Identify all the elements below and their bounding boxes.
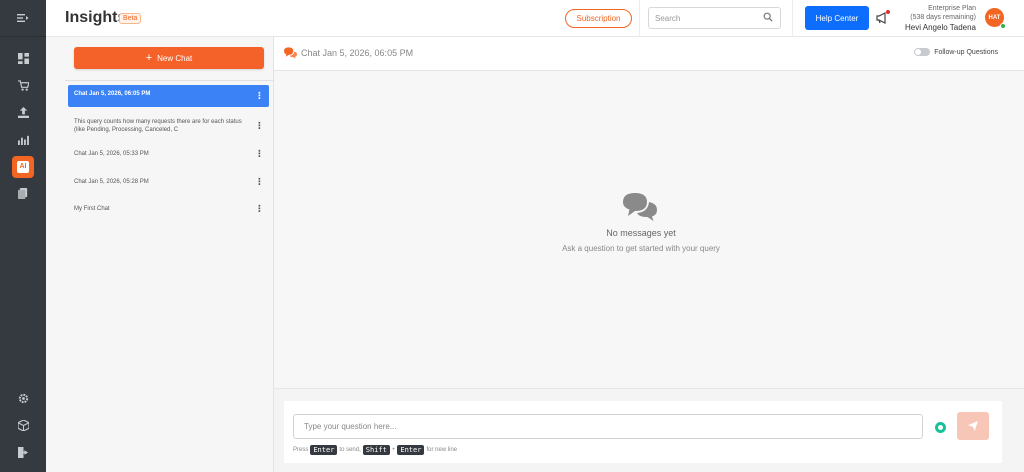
logout-icon (17, 447, 28, 458)
ai-active-indicator: AI (12, 155, 34, 178)
composer-area: Press Enter to send, Shift + Enter for n… (274, 388, 1024, 472)
online-status-dot (1000, 23, 1006, 29)
grammarly-icon[interactable] (935, 422, 946, 433)
header-divider (792, 0, 793, 37)
empty-state-subtitle: Ask a question to get started with your … (562, 244, 720, 253)
search-box (648, 7, 781, 29)
chat-item-label: My First Chat (74, 206, 110, 212)
shift-key: Shift (362, 445, 390, 455)
header-divider (639, 0, 640, 37)
sidebar-item-package[interactable] (0, 412, 46, 439)
sidebar-item-cart[interactable] (0, 72, 46, 99)
chat-list-item[interactable]: Chat Jan 5, 2026, 06:05 PM ⋮ (68, 85, 269, 107)
sidebar-item-analytics[interactable] (0, 126, 46, 153)
sidebar-item-logout[interactable] (0, 439, 46, 466)
sidebar-item-documents[interactable] (0, 180, 46, 207)
enter-key: Enter (310, 445, 338, 455)
plus-icon: + (145, 52, 153, 64)
composer-card: Press Enter to send, Shift + Enter for n… (284, 401, 1002, 463)
rail-toggle[interactable] (0, 0, 46, 37)
sidebar-item-settings[interactable] (0, 385, 46, 412)
hint-plus: + (391, 447, 396, 453)
more-vertical-icon[interactable]: ⋮ (255, 204, 264, 214)
plan-remaining: (538 days remaining) (910, 14, 976, 21)
announcement-button[interactable] (876, 10, 890, 25)
list-divider (65, 80, 274, 81)
menu-collapse-icon (17, 14, 29, 22)
more-vertical-icon[interactable]: ⋮ (255, 121, 264, 131)
chat-list-item[interactable]: Chat Jan 5, 2026, 05:33 PM ⋮ (68, 145, 269, 163)
new-chat-button[interactable]: + New Chat (74, 47, 264, 69)
chat-list-item[interactable]: This query counts how many requests ther… (68, 113, 269, 139)
enter-key: Enter (397, 445, 425, 455)
documents-icon (17, 188, 27, 199)
hint-new-line: for new line (426, 447, 458, 453)
ai-icon: AI (17, 160, 29, 173)
subscription-button[interactable]: Subscription (565, 9, 632, 28)
plan-info: Enterprise Plan (538 days remaining) (896, 4, 976, 22)
hint-to-send: to send, (339, 447, 361, 453)
conversation-panel: Chat Jan 5, 2026, 06:05 PM Follow-up Que… (274, 37, 1024, 472)
left-rail: AI (0, 0, 46, 472)
notification-dot (886, 10, 890, 14)
dashboard-icon (17, 53, 29, 64)
send-icon (968, 421, 978, 431)
cart-icon (17, 80, 29, 91)
chat-item-label: This query counts how many requests ther… (74, 119, 242, 133)
more-vertical-icon[interactable]: ⋮ (255, 177, 264, 187)
new-chat-label: New Chat (157, 53, 193, 63)
chat-list-panel: + New Chat Chat Jan 5, 2026, 06:05 PM ⋮ … (46, 37, 274, 472)
chat-item-label: Chat Jan 5, 2026, 05:33 PM (74, 151, 149, 157)
toggle-switch[interactable] (914, 48, 931, 56)
sidebar-item-upload[interactable] (0, 99, 46, 126)
chat-bubbles-icon (284, 47, 297, 59)
upload-icon (17, 107, 29, 118)
user-name[interactable]: Hevi Angelo Tadena (896, 23, 976, 32)
question-input[interactable] (293, 414, 923, 439)
conversation-header: Chat Jan 5, 2026, 06:05 PM Follow-up Que… (274, 37, 1024, 71)
keyboard-hint: Press Enter to send, Shift + Enter for n… (293, 445, 457, 455)
package-icon (17, 420, 29, 431)
sidebar-item-ai[interactable]: AI (0, 153, 46, 180)
followup-toggle[interactable]: Follow-up Questions (914, 48, 998, 56)
chat-bubbles-icon (623, 193, 657, 221)
page-title: Insights (65, 9, 127, 26)
help-center-button[interactable]: Help Center (805, 6, 869, 30)
settings-icon (18, 393, 28, 404)
search-input[interactable] (655, 13, 763, 23)
conversation-title: Chat Jan 5, 2026, 06:05 PM (301, 48, 414, 58)
more-vertical-icon[interactable]: ⋮ (255, 91, 264, 101)
search-icon[interactable] (763, 9, 773, 27)
plan-name: Enterprise Plan (928, 5, 976, 12)
hint-press: Press (293, 447, 309, 453)
chat-item-label: Chat Jan 5, 2026, 05:28 PM (74, 179, 149, 185)
empty-state-title: No messages yet (606, 228, 676, 238)
beta-badge: Beta (119, 13, 142, 24)
chat-item-label: Chat Jan 5, 2026, 06:05 PM (74, 91, 151, 97)
top-header: Insights Beta Subscription Help Center E… (46, 0, 1024, 37)
followup-label: Follow-up Questions (934, 48, 998, 56)
sidebar-item-dashboard[interactable] (0, 45, 46, 72)
chat-list-item[interactable]: My First Chat ⋮ (68, 200, 269, 218)
analytics-icon (17, 135, 29, 145)
chat-list-item[interactable]: Chat Jan 5, 2026, 05:28 PM ⋮ (68, 173, 269, 191)
send-button[interactable] (957, 412, 989, 440)
more-vertical-icon[interactable]: ⋮ (255, 149, 264, 159)
